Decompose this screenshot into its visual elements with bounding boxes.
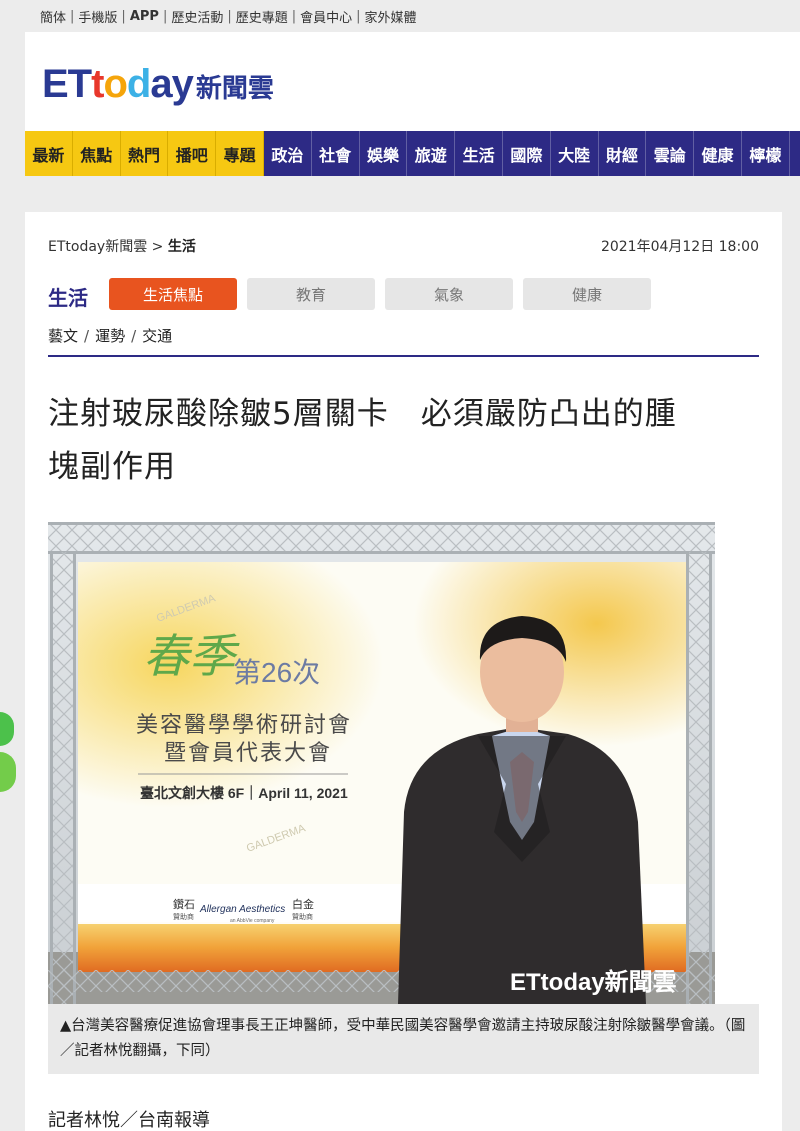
nav-item[interactable]: 雲論 xyxy=(646,131,695,176)
nav-item[interactable]: 娛樂 xyxy=(360,131,408,176)
nav-item[interactable]: 大陸 xyxy=(551,131,599,176)
nav-item[interactable]: 財經 xyxy=(599,131,647,176)
divider: | xyxy=(291,8,297,24)
section-title[interactable]: 生活 xyxy=(48,282,88,311)
site-header: ET t o d a y 新聞雲 xyxy=(25,32,800,131)
nav-item[interactable]: 社會 xyxy=(312,131,360,176)
article-photo[interactable]: 春季 第26次 美容醫學學術研討會 暨會員代表大會 臺北文創大樓 6F｜Apri… xyxy=(48,522,715,1004)
sponsor1-tag: an AbbVie company xyxy=(230,918,275,924)
logo-letter: t xyxy=(91,62,104,106)
tab-weather[interactable]: 氣象 xyxy=(385,278,513,310)
nav-item[interactable]: 寵 xyxy=(790,131,800,176)
publish-date: 2021年04月12日 18:00 xyxy=(600,239,759,255)
nav-item[interactable]: 國際 xyxy=(503,131,551,176)
divider: | xyxy=(227,8,232,24)
logo-letter: y xyxy=(171,62,194,106)
article-card: ETtoday新聞雲 > 生活 2021年04月12日 18:00 生活 生活焦… xyxy=(25,212,782,1131)
divider: | xyxy=(356,8,361,24)
logo-chinese-name: 新聞雲 xyxy=(195,74,274,104)
tab-education[interactable]: 教育 xyxy=(247,278,375,310)
banner-session-text: 第26次 xyxy=(233,657,320,688)
sub-categories: 藝文 / 運勢 / 交通 xyxy=(48,325,172,346)
photo-illustration: 春季 第26次 美容醫學學術研討會 暨會員代表大會 臺北文創大樓 6F｜Apri… xyxy=(48,522,715,1004)
sponsor1-tier: 鑽石 xyxy=(173,897,195,911)
link-app[interactable]: APP xyxy=(130,9,159,24)
divider: | xyxy=(162,8,168,24)
link-member-center[interactable]: 會員中心 xyxy=(300,7,352,26)
nav-item[interactable]: 檸檬 xyxy=(742,131,790,176)
ettoday-logo[interactable]: ET t o d a y 新聞雲 xyxy=(42,62,274,107)
link-mobile[interactable]: 手機版 xyxy=(78,7,117,26)
top-links-bar: 簡体 | 手機版 | APP | 歷史活動 | 歷史專題 | 會員中心 | 家外媒體 xyxy=(0,0,800,32)
divider: / xyxy=(84,327,90,345)
breadcrumb: ETtoday新聞雲 > 生活 xyxy=(48,236,196,256)
sponsor1-sub: 贊助商 xyxy=(173,912,194,921)
banner-title-1: 美容醫學學術研討會 xyxy=(136,713,352,738)
subcat-fortune[interactable]: 運勢 xyxy=(95,327,125,345)
photo-caption: ▲台灣美容醫療促進協會理事長王正坤醫師，受中華民國美容醫學會邀請主持玻尿酸注射除… xyxy=(48,1004,759,1074)
headline-line-2: 塊副作用 xyxy=(48,449,176,485)
tab-life-focus[interactable]: 生活焦點 xyxy=(109,278,237,310)
divider: | xyxy=(121,8,126,24)
nav-item[interactable]: 政治 xyxy=(264,131,312,176)
banner-venue: 臺北文創大樓 6F｜April 11, 2021 xyxy=(140,785,348,801)
nav-item[interactable]: 專題 xyxy=(216,131,264,176)
nav-item[interactable]: 最新 xyxy=(25,131,73,176)
logo-letter: a xyxy=(150,62,172,106)
subcat-arts[interactable]: 藝文 xyxy=(48,327,78,345)
link-history-events[interactable]: 歷史活動 xyxy=(171,7,223,26)
nav-item[interactable]: 旅遊 xyxy=(407,131,456,176)
article-headline: 注射玻尿酸除皺5層關卡 必須嚴防凸出的腫 塊副作用 xyxy=(48,388,759,494)
link-simplified[interactable]: 簡体 xyxy=(40,7,66,26)
logo-letter: o xyxy=(103,62,127,106)
section-tabs: 生活焦點 教育 氣象 健康 xyxy=(109,278,651,310)
banner-spring-text: 春季 xyxy=(143,629,240,683)
article-byline: 記者林悅／台南報導 xyxy=(48,1110,210,1131)
section-divider xyxy=(48,355,759,357)
tab-health[interactable]: 健康 xyxy=(523,278,651,310)
subcat-traffic[interactable]: 交通 xyxy=(142,327,172,345)
line-share-icon[interactable] xyxy=(0,712,14,746)
breadcrumb-separator: > xyxy=(147,239,168,255)
breadcrumb-current[interactable]: 生活 xyxy=(168,239,196,255)
link-outdoor-media[interactable]: 家外媒體 xyxy=(365,7,417,26)
photo-watermark: ETtoday新聞雲 xyxy=(510,968,677,996)
sponsor2-tier: 白金 xyxy=(292,897,314,911)
breadcrumb-home[interactable]: ETtoday新聞雲 xyxy=(48,239,147,255)
nav-item[interactable]: 播吧 xyxy=(168,131,217,176)
headline-line-1: 注射玻尿酸除皺5層關卡 必須嚴防凸出的腫 xyxy=(48,396,677,432)
nav-item[interactable]: 健康 xyxy=(694,131,742,176)
nav-item[interactable]: 生活 xyxy=(455,131,503,176)
sponsor1-name: Allergan Aesthetics xyxy=(199,904,285,915)
banner-title-2: 暨會員代表大會 xyxy=(164,741,332,766)
sponsor2-sub: 贊助商 xyxy=(292,912,313,921)
nav-item[interactable]: 焦點 xyxy=(72,131,121,176)
nav-item[interactable]: 熱門 xyxy=(120,131,169,176)
logo-et: ET xyxy=(42,62,92,106)
logo-letter: d xyxy=(126,62,151,106)
chat-bubble-icon[interactable] xyxy=(0,752,16,792)
divider: | xyxy=(70,8,75,24)
link-history-topics[interactable]: 歷史專題 xyxy=(236,7,288,26)
divider: / xyxy=(131,327,137,345)
category-nav: 最新焦點熱門播吧專題政治社會娛樂旅遊生活國際大陸財經雲論健康檸檬寵 xyxy=(25,131,800,176)
